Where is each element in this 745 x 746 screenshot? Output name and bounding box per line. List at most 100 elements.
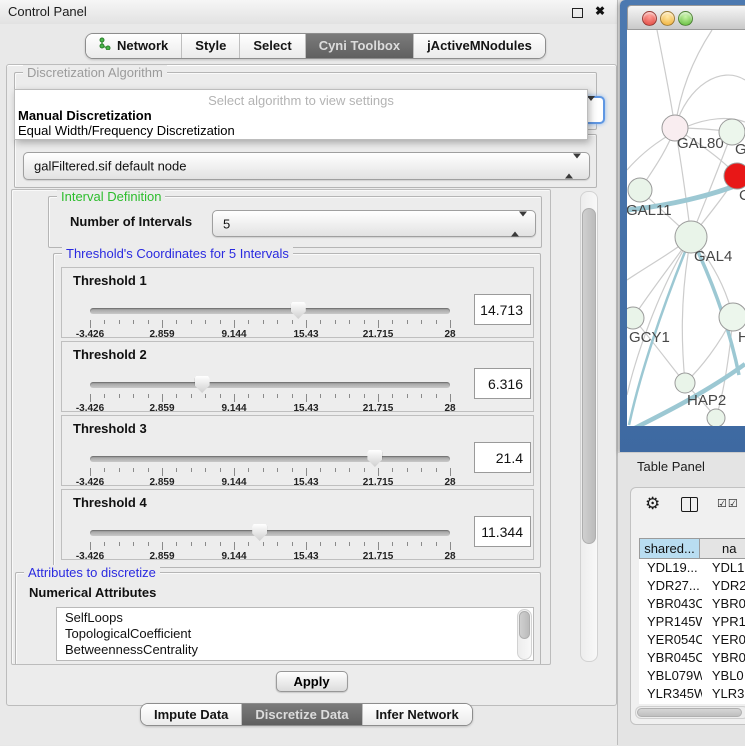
threshold-slider[interactable]: -3.4262.8599.14415.4321.71528 (90, 522, 450, 560)
network-node[interactable] (719, 303, 745, 331)
threshold-value-field[interactable]: 6.316 (474, 368, 531, 399)
combo-arrows-icon (565, 159, 581, 174)
slider-thumb[interactable] (367, 450, 382, 467)
threshold-slider[interactable]: -3.4262.8599.14415.4321.71528 (90, 448, 450, 486)
cyni-toolbox-panel: Discretization Algorithm Select algorith… (6, 64, 617, 706)
threshold-label: Threshold 4 (73, 495, 147, 510)
table-panel-title: Table Panel (637, 459, 705, 474)
threshold-slider[interactable]: -3.4262.8599.14415.4321.71528 (90, 300, 450, 338)
slider-thumb[interactable] (195, 376, 210, 393)
discretization-algorithm-group-title: Discretization Algorithm (23, 65, 167, 80)
network-node[interactable] (628, 178, 652, 202)
column-header-shared[interactable]: shared... (639, 538, 700, 559)
tab-impute-data[interactable]: Impute Data (141, 704, 241, 725)
number-of-intervals-value: 5 (223, 216, 230, 231)
attribute-item[interactable]: TopologicalCoefficient (57, 626, 533, 642)
threshold-slider[interactable]: -3.4262.8599.14415.4321.71528 (90, 374, 450, 412)
slider-track[interactable] (90, 308, 450, 314)
slider-tick-labels: -3.4262.8599.14415.4321.71528 (90, 403, 450, 414)
slider-track[interactable] (90, 530, 450, 536)
slider-ticks (90, 394, 450, 403)
network-node-label: GA (735, 141, 745, 158)
network-edge[interactable] (657, 30, 675, 128)
algorithm-options: Manual DiscretizationEqual Width/Frequen… (15, 108, 587, 138)
zoom-traffic-light[interactable] (678, 11, 693, 26)
tab-discretize-data[interactable]: Discretize Data (241, 704, 361, 725)
slider-tick-labels: -3.4262.8599.14415.4321.71528 (90, 477, 450, 488)
attributes-list-scrollbar[interactable] (517, 609, 532, 660)
table-row[interactable]: YIL052CYIL0 (639, 703, 745, 704)
table-row[interactable]: YER054CYER0 (639, 631, 745, 649)
algorithm-option[interactable]: Manual Discretization (15, 108, 587, 123)
table-row[interactable]: YBR043CYBR0 (639, 595, 745, 613)
top-tab-bar: Network Style Select Cyni Toolbox jActiv… (85, 33, 546, 59)
threshold-label: Threshold 1 (73, 273, 147, 288)
tab-network[interactable]: Network (86, 34, 181, 58)
minimize-traffic-light[interactable] (660, 11, 675, 26)
network-node[interactable] (675, 373, 695, 393)
column-header-name[interactable]: na (700, 538, 745, 559)
slider-thumb[interactable] (291, 302, 306, 319)
algorithm-popup-hint: Select algorithm to view settings (15, 90, 587, 108)
table-row[interactable]: YDL19...YDL1 (639, 559, 745, 577)
table-data-combo[interactable]: galFiltered.sif default node (23, 152, 590, 180)
slider-track[interactable] (90, 382, 450, 388)
network-node-label: HAP2 (687, 392, 726, 409)
tab-select[interactable]: Select (239, 34, 304, 58)
threshold-value-field[interactable]: 14.713 (474, 294, 531, 325)
table-data-group: Table Data galFiltered.sif default node (14, 134, 597, 188)
attribute-item[interactable]: BetweennessCentrality (57, 642, 533, 658)
network-node[interactable] (724, 163, 745, 189)
slider-tick-labels: -3.4262.8599.14415.4321.71528 (90, 551, 450, 562)
numerical-attributes-list[interactable]: SelfLoopsTopologicalCoefficientBetweenne… (56, 607, 534, 661)
settings-scrollbar[interactable] (580, 191, 598, 662)
table-row[interactable]: YPR145WYPR1 (639, 613, 745, 631)
gear-icon[interactable]: ⚙ (645, 494, 660, 514)
close-traffic-light[interactable] (642, 11, 657, 26)
apply-button[interactable]: Apply (275, 671, 347, 692)
network-node[interactable] (707, 409, 725, 426)
tab-infer-network[interactable]: Infer Network (362, 704, 472, 725)
slider-thumb[interactable] (252, 524, 267, 541)
table-row[interactable]: YDR27...YDR2 (639, 577, 745, 595)
table-horizontal-scrollbar[interactable] (635, 706, 745, 719)
network-node-label: GAL80 (677, 135, 724, 152)
threshold-value-field[interactable]: 21.4 (474, 442, 531, 473)
interval-definition-group-title: Interval Definition (57, 189, 165, 204)
node-table: shared... na YDL19...YDL1YDR27...YDR2YBR… (639, 538, 745, 704)
float-window-icon[interactable] (572, 8, 583, 18)
network-canvas[interactable]: GAL80GACGAL11GAL4GCY1HHAP2 (627, 30, 745, 426)
close-icon[interactable]: ✖ (595, 4, 605, 18)
table-row[interactable]: YBL079WYBL0 (639, 667, 745, 685)
algorithm-option[interactable]: Equal Width/Frequency Discretization (15, 123, 587, 138)
network-window-titlebar (627, 5, 745, 30)
network-edge[interactable] (633, 318, 685, 383)
split-column-icon[interactable] (681, 497, 698, 512)
threshold-panel: Threshold 1 -3.4262.8599.14415.4321.71528… (61, 267, 534, 338)
network-edge[interactable] (682, 237, 691, 383)
table-data-combo-value: galFiltered.sif default node (34, 159, 186, 174)
threshold-label: Threshold 3 (73, 421, 147, 436)
tab-cyni-toolbox[interactable]: Cyni Toolbox (305, 34, 413, 58)
network-node-label: C (739, 187, 745, 204)
control-panel-window: Control Panel ✖ Network Style Select Cyn… (0, 0, 618, 745)
tab-network-label: Network (117, 34, 168, 58)
number-of-intervals-label: Number of Intervals (70, 214, 192, 229)
threshold-value-field[interactable]: 11.344 (474, 516, 531, 547)
settings-scroll-viewport: Interval Definition Number of Intervals … (11, 189, 551, 665)
thresholds-group: Threshold's Coordinates for 5 Intervals … (53, 253, 541, 568)
attribute-item[interactable]: SelfLoops (57, 610, 533, 626)
tab-jactivemnodules[interactable]: jActiveMNodules (413, 34, 545, 58)
slider-track[interactable] (90, 456, 450, 462)
numerical-attributes-label: Numerical Attributes (29, 585, 156, 600)
table-row[interactable]: YBR045CYBR0 (639, 649, 745, 667)
network-node-label: GAL11 (627, 202, 672, 219)
network-node[interactable] (627, 307, 644, 329)
tab-style[interactable]: Style (181, 34, 239, 58)
number-of-intervals-combo[interactable]: 5 (212, 210, 536, 237)
slider-ticks (90, 542, 450, 551)
table-row[interactable]: YLR345WYLR3 (639, 685, 745, 703)
select-columns-icon[interactable]: ☑☑ (717, 497, 739, 510)
table-rows: YDL19...YDL1YDR27...YDR2YBR043CYBR0YPR14… (639, 559, 745, 704)
network-node-label: GAL4 (694, 248, 732, 265)
